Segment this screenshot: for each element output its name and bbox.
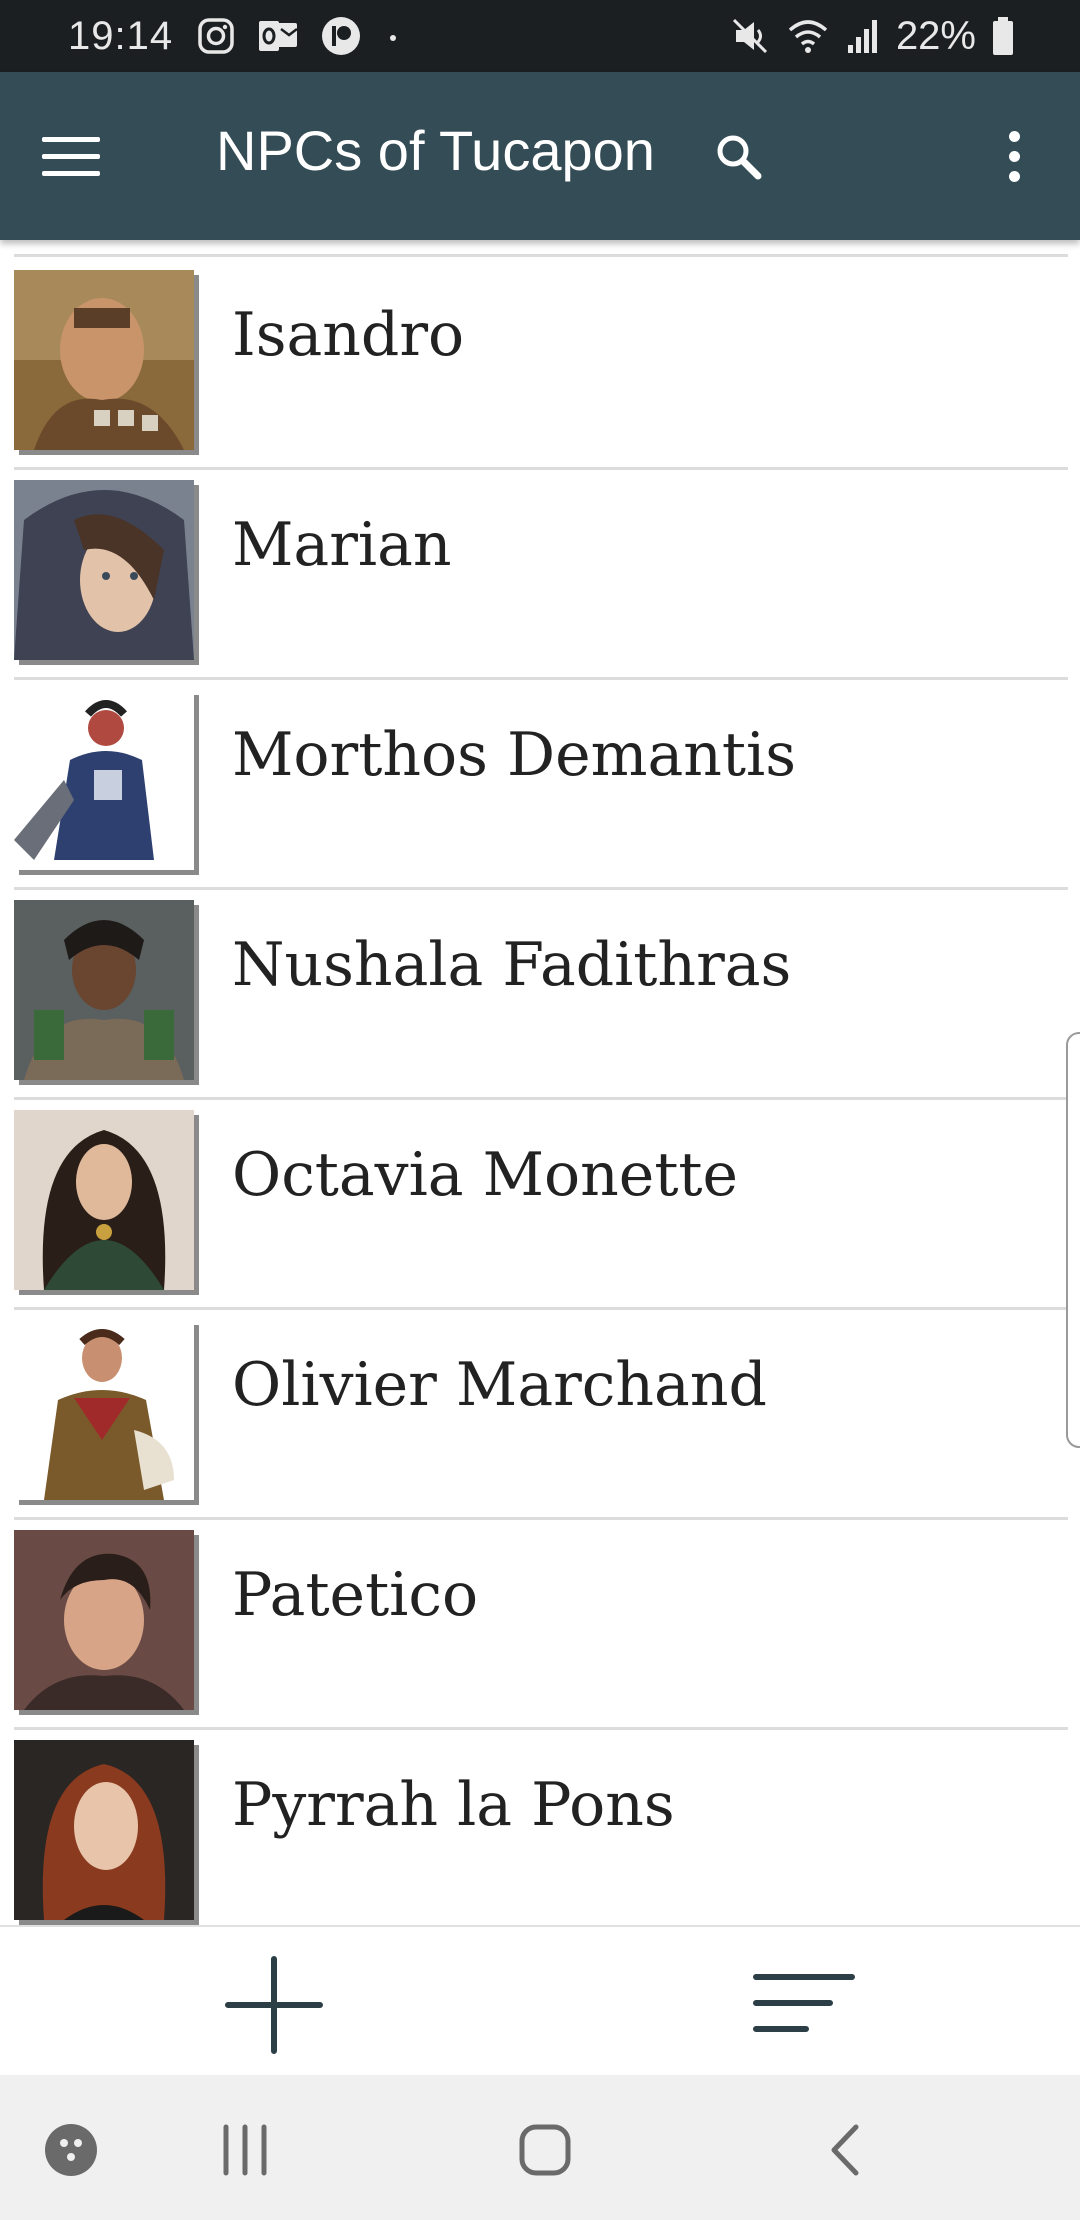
portrait-patetico: [14, 1530, 194, 1710]
battery-percent: 22%: [895, 13, 976, 58]
portrait-olivier: [14, 1320, 194, 1500]
status-bar: 19:14 22%: [0, 0, 1080, 72]
list-item[interactable]: Olivier Marchand: [0, 1310, 1080, 1520]
app-bar: NPCs of Tucapon: [0, 72, 1080, 240]
patreon-icon: [321, 16, 361, 56]
portrait-morthos: [14, 690, 194, 870]
status-time: 19:14: [68, 13, 174, 58]
list-item[interactable]: Nushala Fadithras: [0, 890, 1080, 1100]
page-title: NPCs of Tucapon: [216, 119, 655, 182]
scrollbar-thumb[interactable]: [1066, 1032, 1080, 1448]
npc-name: Patetico: [232, 1560, 479, 1630]
bottom-toolbar: [0, 1925, 1080, 2077]
npc-name: Olivier Marchand: [232, 1350, 767, 1420]
menu-icon[interactable]: [42, 124, 126, 188]
dot-icon: [383, 26, 403, 46]
home-icon[interactable]: [510, 2115, 580, 2185]
outlook-icon: [257, 19, 299, 53]
add-icon[interactable]: [222, 1953, 326, 2057]
game-launcher-icon[interactable]: [36, 2115, 106, 2185]
npc-name: Isandro: [232, 300, 465, 370]
portrait-pyrrah: [14, 1740, 194, 1920]
list-item[interactable]: Pyrrah la Pons: [0, 1730, 1080, 1925]
list-item[interactable]: Morthos Demantis: [0, 680, 1080, 890]
list-item[interactable]: Octavia Monette: [0, 1100, 1080, 1310]
list-item[interactable]: Isandro: [0, 260, 1080, 470]
sort-icon[interactable]: [752, 1969, 856, 2039]
more-options-icon[interactable]: [982, 124, 1046, 188]
list-item[interactable]: Marian: [0, 470, 1080, 680]
npc-name: Nushala Fadithras: [232, 930, 792, 1000]
signal-icon: [846, 17, 880, 55]
npc-list[interactable]: Isandro Marian Morthos Demantis Nushala …: [0, 240, 1080, 1925]
list-item[interactable]: Patetico: [0, 1520, 1080, 1730]
portrait-marian: [14, 480, 194, 660]
portrait-isandro: [14, 270, 194, 450]
portrait-octavia: [14, 1110, 194, 1290]
instagram-icon: [197, 17, 235, 55]
mute-icon: [730, 16, 770, 56]
list-divider: [14, 254, 1068, 257]
battery-icon: [992, 16, 1014, 56]
npc-name: Pyrrah la Pons: [232, 1770, 675, 1840]
search-icon[interactable]: [708, 126, 772, 190]
npc-name: Marian: [232, 510, 452, 580]
wifi-icon: [786, 16, 830, 56]
npc-name: Octavia Monette: [232, 1140, 739, 1210]
system-nav-bar: [0, 2075, 1080, 2220]
portrait-nushala: [14, 900, 194, 1080]
recent-apps-icon[interactable]: [210, 2115, 280, 2185]
npc-name: Morthos Demantis: [232, 720, 796, 790]
back-icon[interactable]: [812, 2115, 882, 2185]
